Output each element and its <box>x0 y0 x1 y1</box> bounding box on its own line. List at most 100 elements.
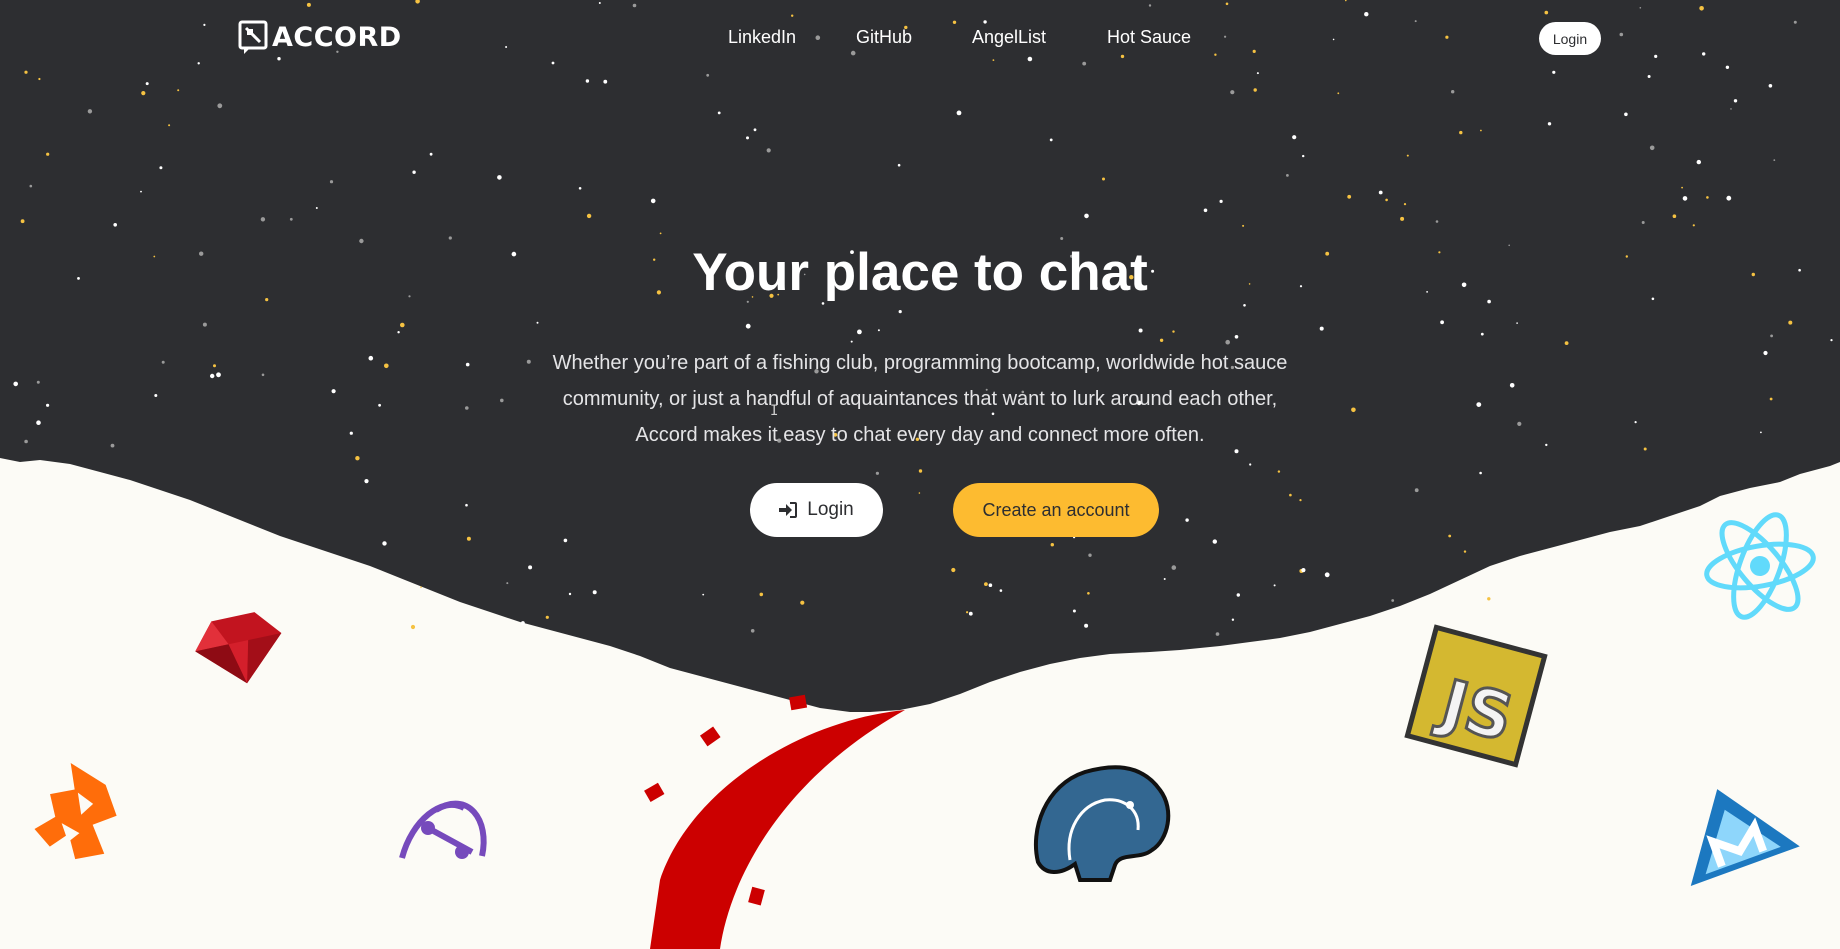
star <box>1234 335 1239 339</box>
star <box>578 187 582 190</box>
star <box>875 471 880 475</box>
star <box>1159 338 1164 342</box>
star <box>154 394 158 397</box>
star <box>750 629 755 633</box>
star <box>850 340 853 343</box>
star <box>536 321 539 324</box>
star <box>897 163 901 167</box>
star <box>202 322 207 327</box>
star <box>1212 539 1218 544</box>
nav-link-linkedin[interactable]: LinkedIn <box>728 27 796 48</box>
star <box>217 103 223 109</box>
star <box>216 372 221 378</box>
star <box>528 565 533 570</box>
star <box>956 110 962 116</box>
star <box>1292 135 1297 140</box>
star <box>1451 90 1455 94</box>
text-cursor-icon: I <box>770 403 779 419</box>
star <box>38 77 41 81</box>
star <box>1385 198 1388 202</box>
star <box>1289 493 1292 497</box>
star <box>1249 463 1252 466</box>
star <box>113 223 117 227</box>
star <box>1337 92 1340 95</box>
star <box>1319 326 1324 331</box>
star <box>177 89 180 92</box>
star <box>261 373 265 377</box>
star <box>1649 145 1655 151</box>
star <box>1301 568 1306 573</box>
nav-login-button[interactable]: Login <box>1539 22 1601 55</box>
star <box>1440 320 1444 325</box>
star <box>1242 224 1245 227</box>
nav-link-hot-sauce[interactable]: Hot Sauce <box>1107 27 1191 48</box>
star <box>585 79 590 83</box>
splash-page: JS ACCORD LinkedIn GitHub AngelList Hot … <box>0 0 1840 949</box>
hero-background: JS <box>0 0 1840 949</box>
nav-link-github[interactable]: GitHub <box>856 27 912 48</box>
star <box>46 403 50 407</box>
star <box>1733 99 1738 103</box>
star <box>329 180 334 184</box>
star <box>36 420 41 426</box>
star <box>349 431 353 435</box>
star <box>1760 431 1762 434</box>
star <box>746 136 749 140</box>
star <box>213 364 216 368</box>
star <box>29 184 33 188</box>
star <box>355 456 360 461</box>
star <box>1050 543 1055 547</box>
star <box>1768 84 1773 88</box>
star <box>1225 339 1230 345</box>
star <box>1696 159 1702 165</box>
star <box>1634 421 1637 424</box>
star <box>1286 174 1289 177</box>
star <box>1726 195 1732 201</box>
star <box>1172 330 1175 333</box>
star <box>988 583 993 587</box>
star <box>506 582 509 585</box>
star <box>1730 108 1732 110</box>
star <box>497 175 502 180</box>
star <box>603 79 608 84</box>
star <box>1547 122 1552 126</box>
star <box>1273 584 1276 587</box>
star <box>1463 550 1467 553</box>
star <box>384 363 389 369</box>
star <box>1088 553 1092 557</box>
star <box>1049 138 1053 142</box>
star <box>145 82 149 86</box>
star <box>1682 196 1688 201</box>
star <box>1516 322 1518 324</box>
rails-icon <box>644 694 905 949</box>
star <box>586 213 592 219</box>
star <box>397 331 400 334</box>
star <box>1138 328 1143 333</box>
star <box>465 406 469 410</box>
star <box>1545 443 1548 447</box>
star <box>1236 593 1241 597</box>
star <box>1773 159 1776 162</box>
star <box>315 207 318 209</box>
star <box>110 443 115 448</box>
heroku-icon <box>34 762 117 860</box>
star <box>465 503 468 507</box>
star <box>1084 623 1089 628</box>
star <box>1448 534 1452 538</box>
star <box>1672 214 1677 218</box>
hero-login-button[interactable]: Login <box>750 483 883 537</box>
star <box>1391 599 1395 602</box>
create-account-button[interactable]: Create an account <box>953 483 1159 537</box>
star <box>1681 186 1683 189</box>
star <box>1084 213 1089 219</box>
star <box>168 124 171 127</box>
star <box>1643 447 1647 451</box>
star <box>1299 499 1302 502</box>
nav-link-angellist[interactable]: AngelList <box>972 27 1046 48</box>
star <box>1378 190 1383 195</box>
postgresql-icon <box>1033 765 1171 882</box>
star <box>877 329 880 332</box>
star <box>745 323 751 329</box>
star <box>1102 177 1105 181</box>
star <box>466 536 471 541</box>
